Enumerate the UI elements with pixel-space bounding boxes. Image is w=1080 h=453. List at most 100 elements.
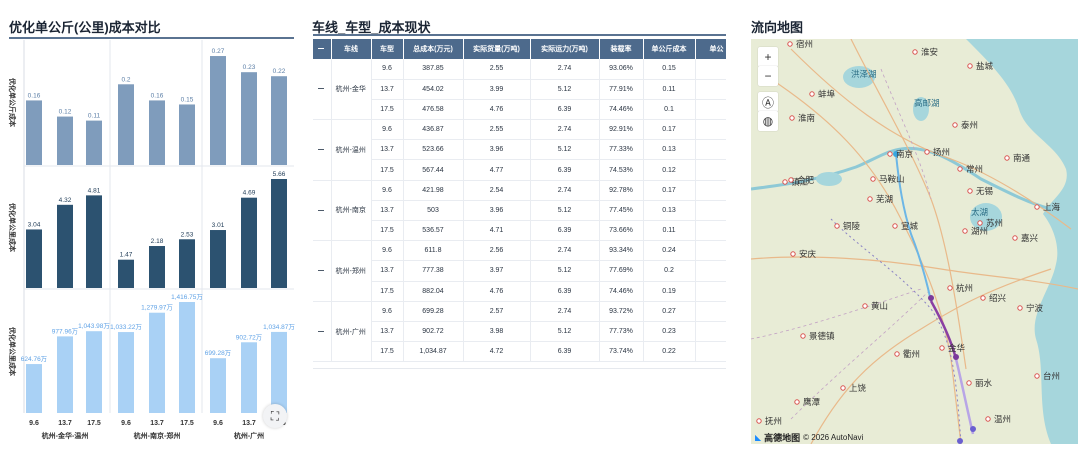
column-header[interactable]: 单公: [695, 39, 726, 59]
data-label: 1,033.22万: [110, 323, 142, 331]
bar[interactable]: [179, 239, 195, 288]
table-cell: 77.45%: [599, 200, 644, 222]
city-label: 金华: [948, 343, 966, 353]
column-header[interactable]: 单公斤成本: [643, 39, 696, 59]
bar[interactable]: [149, 100, 165, 165]
bar[interactable]: [86, 195, 102, 288]
bar[interactable]: [86, 331, 102, 413]
city-marker: [1034, 204, 1040, 210]
palette-icon: ◍: [762, 114, 774, 128]
city-marker: [782, 179, 788, 185]
bar[interactable]: [57, 336, 73, 413]
table-cell: 1,034.87: [403, 341, 464, 363]
province-border: [751, 288, 922, 340]
table-cell: 0.2: [643, 260, 696, 282]
city-label: 上海: [1043, 202, 1061, 212]
data-label: 977.96万: [52, 327, 79, 335]
x-group-label: 杭州-南京-郑州: [134, 431, 181, 440]
route-name-cell: 杭州-温州: [331, 119, 372, 181]
city-label: 景德镇: [809, 331, 835, 341]
bar[interactable]: [26, 100, 42, 165]
bar[interactable]: [271, 179, 287, 288]
bar[interactable]: [57, 204, 73, 288]
table-cell: 13.7: [371, 139, 404, 161]
locate-button[interactable]: Ⓐ: [758, 92, 778, 112]
bar[interactable]: [118, 84, 134, 165]
table-cell: [695, 341, 726, 363]
data-label: 1,279.97万: [141, 304, 173, 312]
bar[interactable]: [149, 312, 165, 413]
table-row: 13.7 902.72 3.98 5.12 77.73% 0.23: [313, 321, 726, 343]
route-name-cell: 杭州-广州: [331, 301, 372, 363]
bar[interactable]: [26, 229, 42, 288]
row-label: 优化单公里成本: [8, 327, 17, 376]
group-collapse-toggle[interactable]: [313, 240, 332, 302]
flow-point[interactable]: [970, 426, 976, 432]
layer-style-button[interactable]: ◍: [758, 111, 778, 131]
bar[interactable]: [26, 364, 42, 413]
table-cell: 0.23: [643, 321, 696, 343]
group-collapse-toggle[interactable]: [313, 119, 332, 181]
bar[interactable]: [149, 246, 165, 288]
group-collapse-toggle[interactable]: [313, 59, 332, 121]
bar[interactable]: [179, 302, 195, 413]
bar[interactable]: [86, 120, 102, 165]
bar[interactable]: [57, 116, 73, 165]
zoom-in-button[interactable]: +: [758, 47, 778, 67]
city-label: 常州: [966, 164, 983, 174]
collapse-icon: [317, 48, 324, 50]
flow-point[interactable]: [928, 295, 934, 301]
table-cell: 387.85: [403, 59, 464, 80]
map-canvas[interactable]: 宿州淮安盐城蚌埠淮南泰州南京 扬州镇江南通合肥 马鞍山常州无锡芜湖苏州上海铜陵 宣城湖…: [751, 39, 1078, 444]
group-collapse-toggle[interactable]: [313, 180, 332, 242]
table-cell: 2.74: [530, 180, 600, 201]
table-cell: 74.46%: [599, 99, 644, 121]
table-cell: 4.71: [463, 220, 531, 242]
bar[interactable]: [241, 72, 257, 165]
column-header[interactable]: 实际货量(万吨): [463, 39, 531, 59]
column-header[interactable]: 车线: [331, 39, 372, 59]
table-cell: 17.5: [371, 220, 404, 242]
city-marker: [840, 385, 846, 391]
city-label: 太湖: [971, 207, 988, 217]
flow-point[interactable]: [957, 438, 963, 444]
flow-point[interactable]: [953, 354, 959, 360]
table-cell: 9.6: [371, 240, 404, 262]
cost-table-scroll[interactable]: 车线 车型 总成本(万元) 实际货量(万吨) 实际运力(万吨) 装载率 单公斤成本 单公 杭州…: [313, 39, 726, 369]
flow-map[interactable]: 宿州 淮安 盐城 蚌埠 淮南 泰州 南京 扬州 镇江 南通 合肥 马鞍山 常州 无锡 芜湖 苏州 上海 铜陵 宣城湖…: [751, 39, 1078, 444]
highway: [850, 39, 967, 370]
city-marker: [834, 223, 840, 229]
bar[interactable]: [210, 230, 226, 288]
column-header[interactable]: 总成本(万元): [403, 39, 464, 59]
bar[interactable]: [241, 197, 257, 288]
data-label: 699.28万: [205, 349, 232, 357]
bar[interactable]: [210, 358, 226, 413]
city-label: 宿州: [796, 39, 813, 49]
city-label: 铜陵: [843, 221, 861, 231]
expand-fab[interactable]: ⛶: [263, 404, 287, 428]
cost-comparison-panel: 优化单公斤(公里)成本对比 优化单公斤成本 优化单公里成本 优化单公里成本 0.16 0…: [0, 0, 300, 453]
bar[interactable]: [271, 76, 287, 165]
city-marker: [977, 220, 983, 226]
data-label: 3.04: [28, 221, 41, 228]
zoom-out-button[interactable]: −: [758, 66, 778, 86]
table-cell: 6.39: [530, 99, 600, 121]
table-cell: 77.69%: [599, 260, 644, 282]
collapse-all-toggle[interactable]: [313, 39, 332, 59]
column-header[interactable]: 装载率: [599, 39, 644, 59]
table-cell: 476.58: [403, 99, 464, 121]
bar[interactable]: [210, 56, 226, 165]
table-cell: [695, 119, 726, 141]
bar[interactable]: [271, 331, 287, 413]
table-cell: 17.5: [371, 341, 404, 363]
city-label: 温州: [994, 414, 1011, 424]
data-label: 4.69: [243, 190, 256, 197]
bar[interactable]: [179, 104, 195, 165]
column-header[interactable]: 实际运力(万吨): [530, 39, 600, 59]
column-header[interactable]: 车型: [371, 39, 404, 59]
bar[interactable]: [118, 259, 134, 288]
bar[interactable]: [241, 342, 257, 413]
bar[interactable]: [118, 332, 134, 413]
group-collapse-toggle[interactable]: [313, 301, 332, 363]
data-label: 5.66: [273, 171, 286, 178]
